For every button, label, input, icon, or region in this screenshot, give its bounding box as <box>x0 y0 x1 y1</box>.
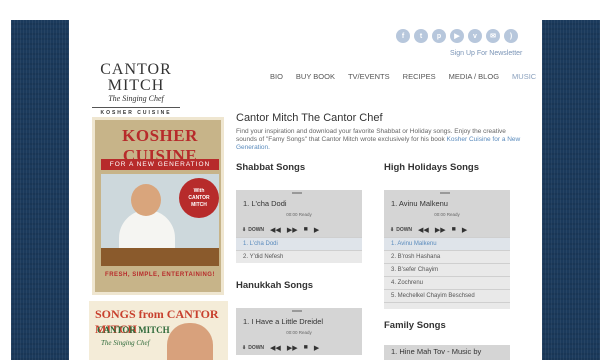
player-status: 00:00 Ready <box>286 330 312 335</box>
playlist: 1. L'cha Dodi 2. Y'did Nefesh <box>236 237 362 263</box>
fast-forward-icon[interactable]: ▶▶ <box>435 226 446 234</box>
book-cover-kosher-cuisine[interactable]: KOSHER CUISINE FOR A NEW GENERATION With… <box>92 117 224 295</box>
nav-item-buy-book[interactable]: BUY BOOK <box>296 72 335 81</box>
newsletter-signup-link[interactable]: Sign Up For Newsletter <box>450 50 522 57</box>
section-heading-shabbat: Shabbat Songs <box>236 162 306 173</box>
download-button[interactable]: ⬇ DOWN <box>242 227 264 233</box>
drag-handle[interactable] <box>440 192 450 194</box>
rss-icon[interactable]: ) <box>504 29 518 43</box>
badge-name-1: CANTOR <box>188 194 210 201</box>
social-icons: f t p ▶ v ✉ ) <box>396 29 518 43</box>
section-heading-hanukkah: Hanukkah Songs <box>236 280 314 291</box>
download-label: DOWN <box>396 226 413 233</box>
logo-script: The Singing Chef <box>108 94 164 103</box>
main-nav: BIO BUY BOOK TV/EVENTS RECIPES MEDIA / B… <box>270 72 536 81</box>
site-logo[interactable]: CANTOR MITCH The Singing Chef KOSHER CUI… <box>88 62 184 116</box>
album-name-line: CANTOR MITCH <box>97 325 170 335</box>
download-button[interactable]: ⬇ DOWN <box>242 345 264 351</box>
intro-paragraph: Find your inspiration and download your … <box>236 128 526 152</box>
section-heading-high-holidays: High Holidays Songs <box>384 162 480 173</box>
cover-subtitle: FOR A NEW GENERATION <box>101 159 219 170</box>
badge-with: With <box>193 187 205 194</box>
play-icon[interactable]: ▶ <box>314 226 319 234</box>
rewind-icon[interactable]: ◀◀ <box>270 344 281 352</box>
drag-handle[interactable] <box>292 310 302 312</box>
denim-background-right <box>542 20 600 360</box>
nav-item-recipes[interactable]: RECIPES <box>403 72 436 81</box>
email-icon[interactable]: ✉ <box>486 29 500 43</box>
rewind-icon[interactable]: ◀◀ <box>270 226 281 234</box>
audio-player-hanukkah: 1. I Have a Little Dreidel 00:00 Ready ⬇… <box>236 308 362 355</box>
stop-icon[interactable]: ■ <box>304 344 308 351</box>
nav-item-music[interactable]: MUSIC <box>512 72 536 81</box>
play-icon[interactable]: ▶ <box>314 344 319 352</box>
download-button[interactable]: ⬇ DOWN <box>390 227 412 233</box>
playlist-item[interactable]: 5. Mechelkel Chayim Beschsed <box>384 289 510 302</box>
download-icon: ⬇ <box>242 344 247 351</box>
now-playing-title: 1. I Have a Little Dreidel <box>243 317 324 326</box>
now-playing-title: 1. Avinu Malkenu <box>391 199 448 208</box>
twitter-icon[interactable]: t <box>414 29 428 43</box>
playlist-item[interactable]: 2. Y'did Nefesh <box>236 250 362 263</box>
download-label: DOWN <box>248 226 265 233</box>
badge-name-2: MITCH <box>191 201 207 208</box>
drag-handle[interactable] <box>292 192 302 194</box>
stop-icon[interactable]: ■ <box>304 226 308 233</box>
vimeo-icon[interactable]: v <box>468 29 482 43</box>
nav-item-tv-events[interactable]: TV/EVENTS <box>348 72 390 81</box>
now-playing-title: 1. L'cha Dodi <box>243 199 287 208</box>
rewind-icon[interactable]: ◀◀ <box>418 226 429 234</box>
logo-subtitle: KOSHER CUISINE <box>100 110 172 116</box>
pinterest-icon[interactable]: p <box>432 29 446 43</box>
denim-background-left <box>11 20 69 360</box>
playlist-item <box>384 302 510 309</box>
page-heading: Cantor Mitch The Cantor Chef <box>236 112 383 124</box>
download-label: DOWN <box>248 344 265 351</box>
audio-player-family: 1. Hine Mah Tov - Music by <box>384 345 510 360</box>
logo-title: CANTOR MITCH <box>100 61 172 94</box>
player-status: 00:00 Ready <box>434 212 460 217</box>
youtube-icon[interactable]: ▶ <box>450 29 464 43</box>
audio-player-high-holidays: 1. Avinu Malkenu 00:00 Ready ⬇ DOWN ◀◀ ▶▶… <box>384 190 510 309</box>
playlist-item[interactable]: 1. L'cha Dodi <box>236 237 362 250</box>
playlist-item[interactable]: 4. Zochrenu <box>384 276 510 289</box>
fast-forward-icon[interactable]: ▶▶ <box>287 344 298 352</box>
playlist-item[interactable]: 3. B'sefer Chayim <box>384 263 510 276</box>
author-badge: With CANTOR MITCH <box>179 178 219 218</box>
fast-forward-icon[interactable]: ▶▶ <box>287 226 298 234</box>
section-heading-family: Family Songs <box>384 320 446 331</box>
chef-head-shape <box>131 184 161 216</box>
album-script-line: The Singing Chef <box>101 339 150 347</box>
food-table <box>101 248 219 266</box>
download-icon: ⬇ <box>242 226 247 233</box>
facebook-icon[interactable]: f <box>396 29 410 43</box>
logo-divider <box>92 107 180 108</box>
now-playing-title: 1. Hine Mah Tov - Music by <box>391 347 482 356</box>
nav-item-media-blog[interactable]: MEDIA / BLOG <box>449 72 499 81</box>
album-cover-songs[interactable]: SONGS from CANTOR MITCH CANTOR MITCH The… <box>89 301 228 360</box>
download-icon: ⬇ <box>390 226 395 233</box>
audio-player-shabbat: 1. L'cha Dodi 00:00 Ready ⬇ DOWN ◀◀ ▶▶ ■ … <box>236 190 362 263</box>
playlist: 1. Avinu Malkenu 2. B'rosh Hashana 3. B'… <box>384 237 510 309</box>
nav-item-bio[interactable]: BIO <box>270 72 283 81</box>
playlist-item[interactable]: 2. B'rosh Hashana <box>384 250 510 263</box>
play-icon[interactable]: ▶ <box>462 226 467 234</box>
playlist-item[interactable]: 1. Avinu Malkenu <box>384 237 510 250</box>
stop-icon[interactable]: ■ <box>452 226 456 233</box>
cantor-photo <box>167 323 213 360</box>
cover-tagline: FRESH, SIMPLE, ENTERTAINING! <box>105 272 215 278</box>
player-status: 00:00 Ready <box>286 212 312 217</box>
